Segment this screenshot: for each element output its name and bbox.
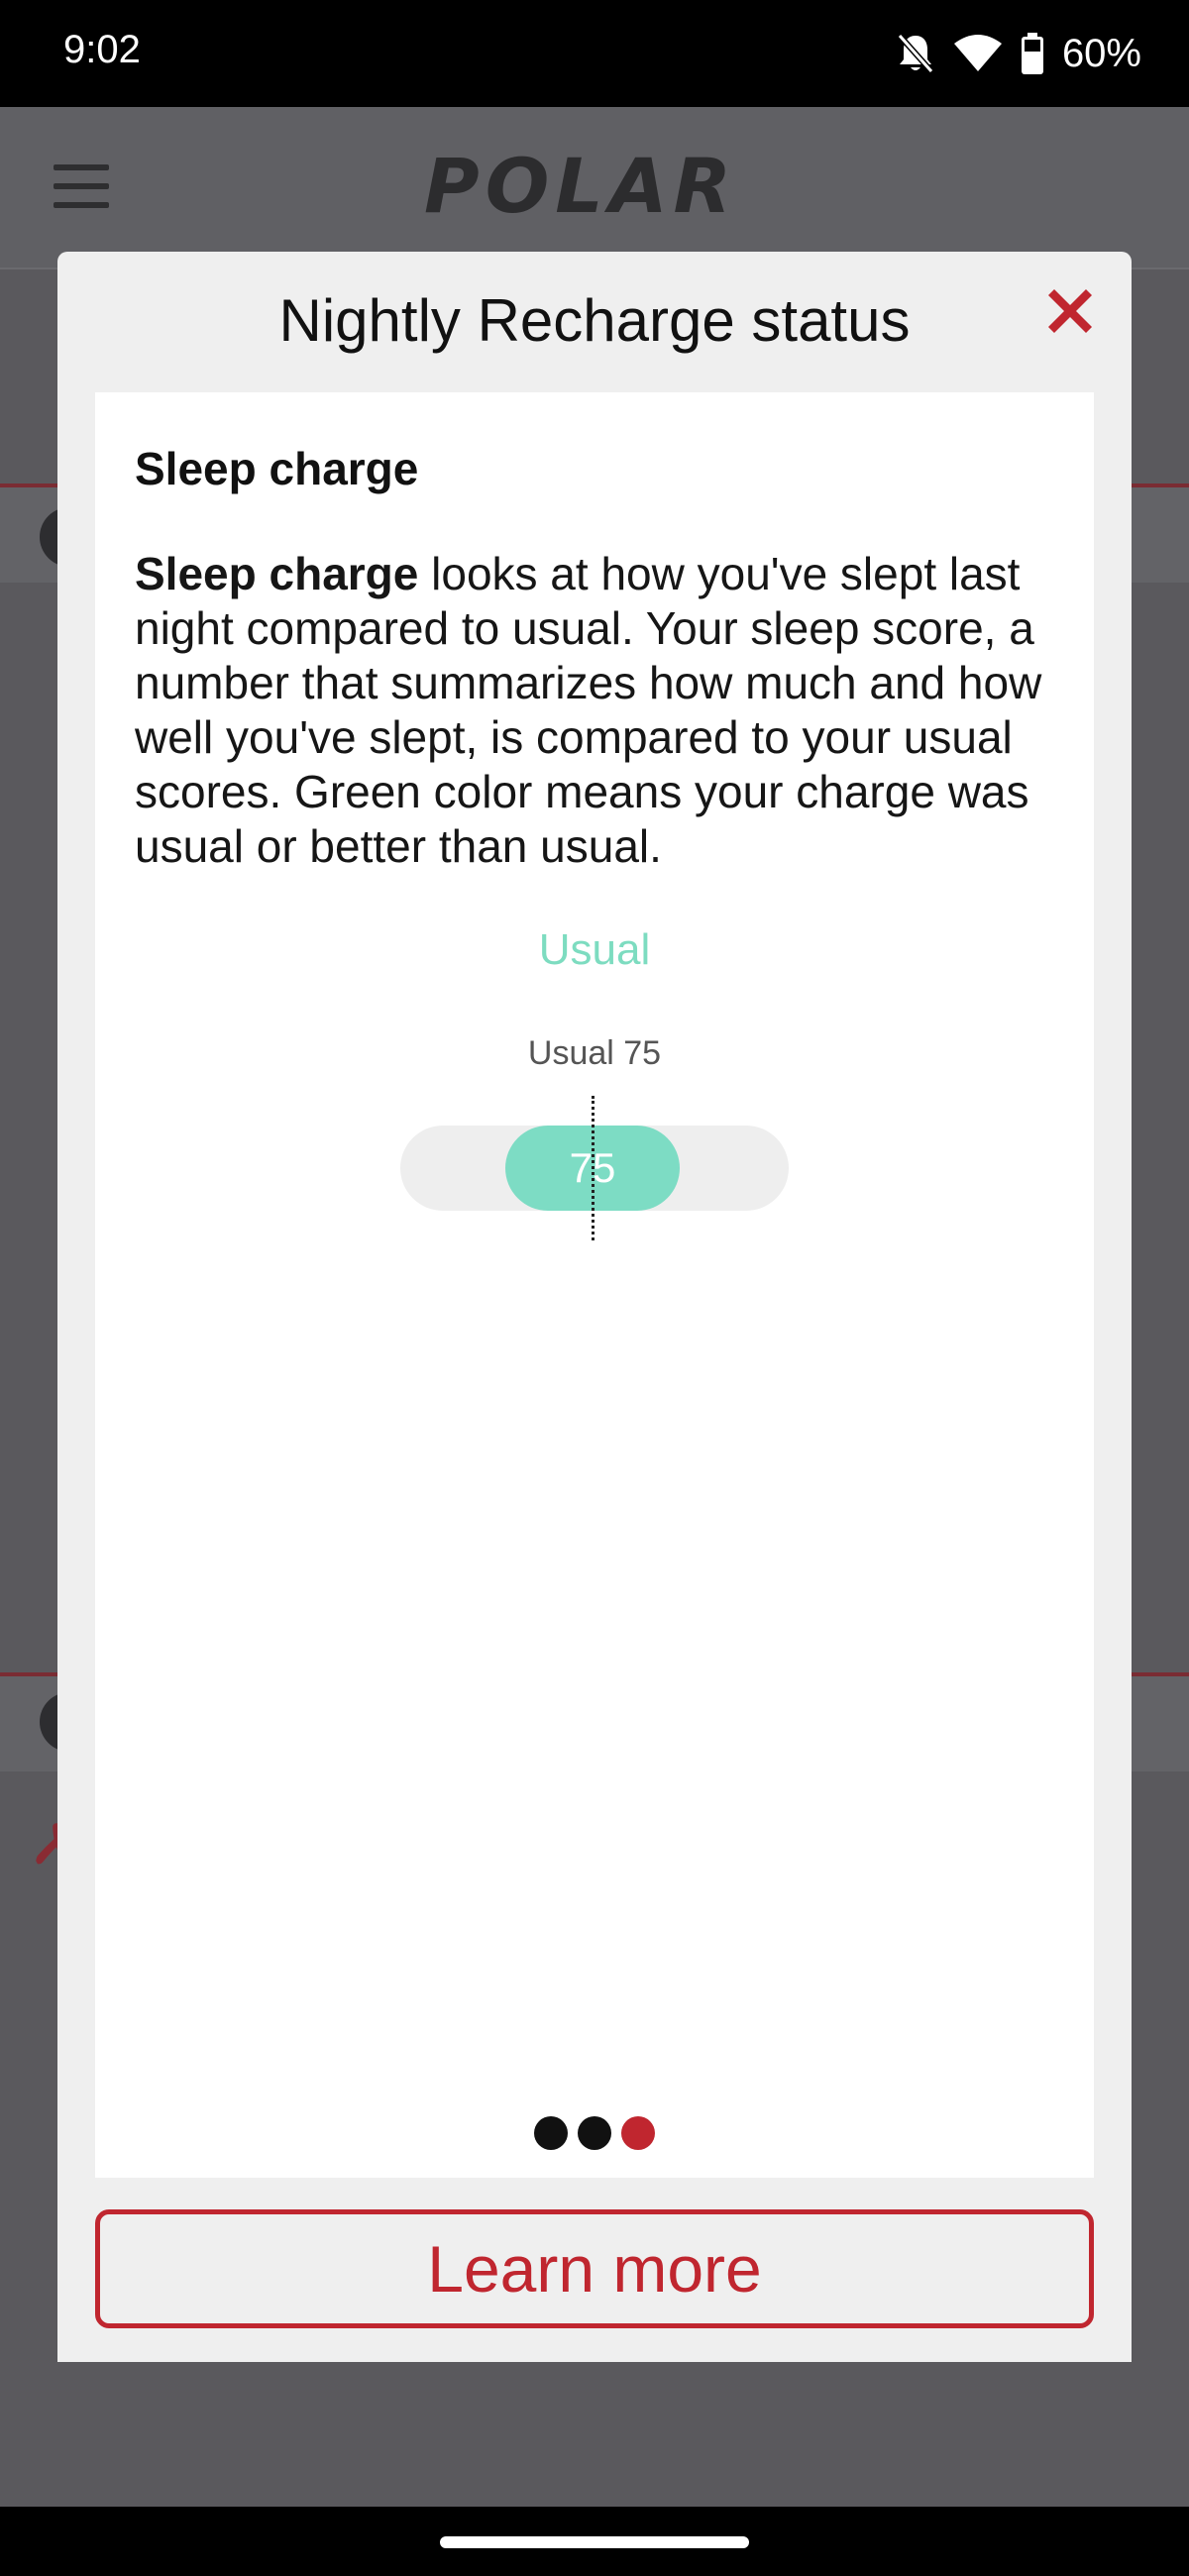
battery-percentage: 60%	[1061, 31, 1141, 75]
status-bar: 9:02 60%	[0, 0, 1189, 107]
status-icons: 60%	[896, 26, 1141, 81]
description-bold: Sleep charge	[135, 548, 419, 599]
menu-icon[interactable]	[54, 164, 109, 208]
wifi-icon	[953, 35, 1002, 71]
status-time: 9:02	[63, 28, 141, 71]
learn-more-button[interactable]: Learn more	[95, 2209, 1094, 2328]
pager-dot-active[interactable]	[621, 2116, 655, 2150]
pager	[95, 2116, 1094, 2150]
section-heading: Sleep charge	[135, 443, 419, 494]
close-icon	[1048, 289, 1092, 333]
usual-marker	[592, 1096, 594, 1240]
nightly-recharge-dialog: Nightly Recharge status Sleep charge Sle…	[57, 252, 1132, 2362]
charge-status-label: Usual	[538, 925, 651, 974]
bell-off-icon	[897, 34, 934, 73]
home-indicator[interactable]	[440, 2536, 749, 2548]
brand-logo: POLAR	[424, 142, 738, 230]
usual-caption: Usual 75	[527, 1034, 662, 1072]
info-card: Sleep charge Sleep charge looks at how y…	[95, 392, 1094, 2178]
close-button[interactable]	[1038, 279, 1102, 343]
battery-icon	[1021, 33, 1043, 74]
dialog-title: Nightly Recharge status	[278, 287, 911, 354]
pager-dot[interactable]	[534, 2116, 568, 2150]
pager-dot[interactable]	[578, 2116, 611, 2150]
description-text: Sleep charge looks at how you've slept l…	[135, 547, 1066, 874]
